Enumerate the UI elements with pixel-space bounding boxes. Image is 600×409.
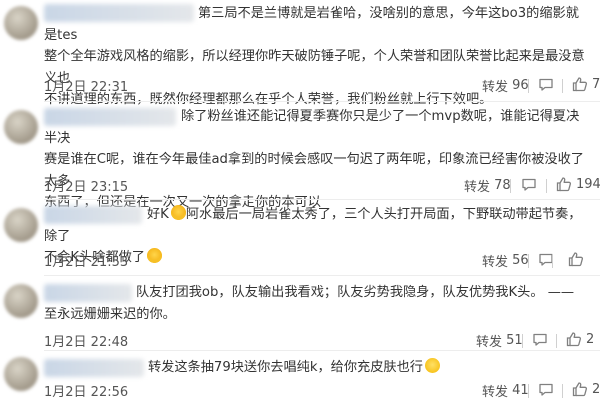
divider bbox=[562, 384, 563, 398]
repost-button[interactable]: 转发 41 bbox=[482, 381, 529, 400]
comment-divider bbox=[44, 199, 600, 200]
comment-text-line: 第三局不是兰博就是岩雀哈，没啥别的意思，今年这bo3的缩影就是tes bbox=[44, 6, 579, 43]
divider bbox=[528, 254, 529, 268]
timestamp: 1月2日 21:53 bbox=[44, 255, 129, 270]
like-icon bbox=[556, 177, 572, 192]
comment-divider bbox=[44, 101, 600, 102]
comment-button[interactable] bbox=[538, 251, 558, 267]
repost-button[interactable]: 转发 96 bbox=[482, 76, 529, 95]
comment-button[interactable] bbox=[538, 76, 558, 92]
comment-meta: 1月2日 21:53 转发 56 bbox=[44, 251, 592, 271]
divider bbox=[552, 254, 553, 268]
comment-text-line: 阿水最后一局岩雀太秀了，三个人头打开局面，下野联动带起节奏，除了 bbox=[44, 207, 582, 244]
repost-label: 转发 bbox=[476, 335, 503, 350]
comment-icon bbox=[522, 178, 536, 191]
like-button[interactable]: 194 bbox=[556, 176, 600, 192]
like-button[interactable]: 7 bbox=[572, 76, 600, 92]
timestamp: 1月2日 22:48 bbox=[44, 335, 129, 350]
comment-icon bbox=[539, 78, 553, 91]
divider bbox=[546, 179, 547, 193]
like-icon bbox=[572, 382, 588, 397]
smile-emoji-icon bbox=[424, 358, 440, 373]
timestamp: 1月2日 22:31 bbox=[44, 80, 129, 95]
comment-meta: 1月2日 22:31 转发 96 7 bbox=[44, 76, 600, 96]
repost-count: 51 bbox=[506, 333, 523, 348]
comment-button[interactable] bbox=[532, 331, 552, 347]
repost-label: 转发 bbox=[482, 385, 509, 400]
repost-label: 转发 bbox=[464, 180, 491, 195]
repost-label: 转发 bbox=[482, 255, 509, 270]
divider bbox=[522, 334, 523, 348]
comment-text-line: 至永远姗姗来迟的你。 bbox=[44, 306, 176, 322]
comment-button[interactable] bbox=[538, 381, 558, 397]
like-button[interactable] bbox=[568, 251, 588, 267]
divider bbox=[528, 79, 529, 93]
comment-text: 转发这条抽79块送你去唱纯k，给你充皮肤也行 bbox=[44, 357, 592, 379]
divider bbox=[562, 79, 563, 93]
like-icon bbox=[568, 252, 584, 267]
crying-laugh-emoji-icon bbox=[170, 205, 186, 220]
repost-button[interactable]: 转发 78 bbox=[464, 176, 511, 195]
comment-icon bbox=[539, 383, 553, 396]
comment-text-line: 好K bbox=[147, 207, 169, 222]
comment-text-line: 除了粉丝谁还能记得夏季赛你只是少了一个mvp数呢，谁能记得夏决半决 bbox=[44, 109, 580, 146]
comment-text: 队友打团我ob，队友输出我看戏；队友劣势我隐身，队友优势我K头。 —— 至永远姗… bbox=[44, 282, 592, 325]
comment-meta: 1月2日 23:15 转发 78 194 bbox=[44, 176, 600, 196]
comment-text-line: 转发这条抽79块送你去唱纯k，给你充皮肤也行 bbox=[148, 360, 423, 375]
comment-text-line: 队友打团我ob，队友输出我看戏；队友劣势我隐身，队友优势我K头。 —— bbox=[136, 285, 575, 300]
timestamp: 1月2日 22:56 bbox=[44, 385, 129, 400]
comment-icon bbox=[533, 333, 547, 346]
divider bbox=[556, 334, 557, 348]
repost-count: 41 bbox=[512, 383, 529, 398]
repost-button[interactable]: 转发 51 bbox=[476, 331, 523, 350]
repost-count: 56 bbox=[512, 253, 529, 268]
comment-divider bbox=[44, 350, 600, 351]
comment-meta: 1月2日 22:56 转发 41 2 bbox=[44, 381, 600, 401]
comment-divider bbox=[44, 275, 600, 276]
like-count: 7 bbox=[592, 76, 600, 92]
like-icon bbox=[572, 77, 588, 92]
repost-label: 转发 bbox=[482, 80, 509, 95]
timestamp: 1月2日 23:15 bbox=[44, 180, 129, 195]
like-icon bbox=[566, 332, 582, 347]
like-button[interactable]: 2 bbox=[566, 331, 594, 347]
like-count: 2 bbox=[592, 381, 600, 397]
repost-count: 96 bbox=[512, 78, 529, 93]
like-count: 2 bbox=[586, 331, 595, 347]
divider bbox=[510, 179, 511, 193]
avatar[interactable] bbox=[4, 357, 38, 391]
comment-meta: 1月2日 22:48 转发 51 2 bbox=[44, 331, 594, 351]
avatar[interactable] bbox=[4, 208, 38, 242]
comment-text: 除了粉丝谁还能记得夏季赛你只是少了一个mvp数呢，谁能记得夏决半决 赛是谁在C呢… bbox=[44, 106, 592, 214]
avatar[interactable] bbox=[4, 110, 38, 144]
divider bbox=[528, 384, 529, 398]
avatar[interactable] bbox=[4, 6, 38, 40]
repost-count: 78 bbox=[494, 178, 511, 193]
like-button[interactable]: 2 bbox=[572, 381, 600, 397]
like-count: 194 bbox=[576, 176, 600, 192]
repost-button[interactable]: 转发 56 bbox=[482, 251, 529, 270]
comment-button[interactable] bbox=[521, 176, 541, 192]
avatar[interactable] bbox=[4, 284, 38, 318]
